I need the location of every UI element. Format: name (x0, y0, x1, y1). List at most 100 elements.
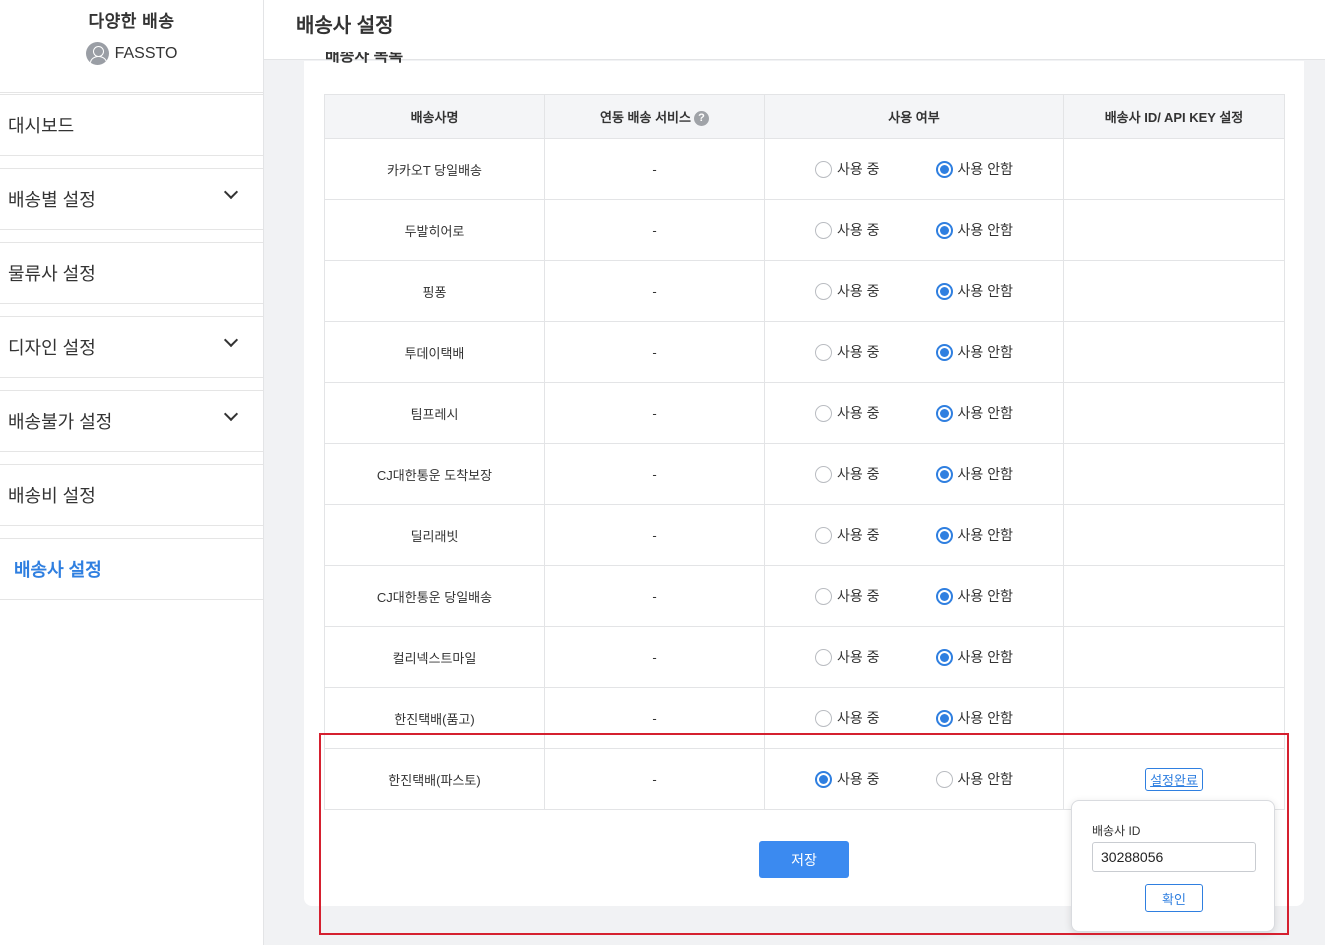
radio-label: 사용 안함 (957, 710, 1013, 726)
user-avatar-icon (85, 42, 109, 65)
radio-circle-icon[interactable] (935, 282, 953, 300)
radio-not-in-use[interactable]: 사용 안함 (935, 708, 1013, 728)
api-setting-cell (1063, 321, 1285, 383)
usage-cell: 사용 중 사용 안함 (764, 382, 1064, 444)
radio-circle-icon[interactable] (935, 770, 953, 788)
radio-circle-icon[interactable] (815, 526, 833, 544)
radio-in-use[interactable]: 사용 중 (815, 403, 880, 423)
radio-circle-icon[interactable] (935, 343, 953, 361)
radio-not-in-use[interactable]: 사용 안함 (935, 220, 1013, 240)
radio-circle-icon[interactable] (815, 221, 833, 239)
linked-service: - (544, 626, 765, 688)
sidebar-item[interactable]: 물류사 설정 (0, 242, 263, 304)
sidebar-item[interactable]: 배송불가 설정 (0, 390, 263, 452)
usage-cell: 사용 중 사용 안함 (764, 626, 1064, 688)
radio-circle-icon[interactable] (815, 160, 833, 178)
table-header-row: 배송사명 연동 배송 서비스? 사용 여부 배송사 ID/ API KEY 설정 (324, 94, 1285, 139)
radio-not-in-use[interactable]: 사용 안함 (935, 281, 1013, 301)
radio-circle-icon[interactable] (935, 465, 953, 483)
radio-circle-icon[interactable] (815, 404, 833, 422)
radio-circle-icon[interactable] (935, 160, 953, 178)
radio-not-in-use[interactable]: 사용 안함 (935, 342, 1013, 362)
radio-in-use[interactable]: 사용 중 (815, 342, 880, 362)
linked-service: - (544, 199, 765, 261)
confirm-button[interactable]: 확인 (1145, 884, 1203, 912)
carrier-name: 한진택배(품고) (324, 687, 545, 749)
radio-circle-icon[interactable] (935, 526, 953, 544)
radio-circle-icon[interactable] (815, 709, 833, 727)
usage-cell: 사용 중 사용 안함 (764, 748, 1064, 810)
radio-not-in-use[interactable]: 사용 안함 (935, 586, 1013, 606)
radio-in-use[interactable]: 사용 중 (815, 769, 880, 789)
linked-service: - (544, 260, 765, 322)
radio-label: 사용 중 (837, 588, 880, 604)
api-setting-cell (1063, 199, 1285, 261)
save-button[interactable]: 저장 (759, 841, 849, 878)
usage-cell: 사용 중 사용 안함 (764, 504, 1064, 566)
sidebar-item[interactable]: 배송별 설정 (0, 168, 263, 230)
help-icon[interactable]: ? (693, 111, 709, 127)
carrier-name: 카카오T 당일배송 (324, 138, 545, 200)
chevron-down-icon[interactable] (223, 332, 241, 353)
chevron-down-icon[interactable] (223, 184, 241, 205)
radio-label: 사용 중 (837, 466, 880, 482)
linked-service: - (544, 687, 765, 749)
setting-complete-button[interactable]: 설정완료 (1145, 767, 1203, 791)
radio-circle-icon[interactable] (935, 709, 953, 727)
radio-not-in-use[interactable]: 사용 안함 (935, 647, 1013, 667)
carrier-name: 딜리래빗 (324, 504, 545, 566)
radio-circle-icon[interactable] (815, 465, 833, 483)
radio-in-use[interactable]: 사용 중 (815, 281, 880, 301)
radio-not-in-use[interactable]: 사용 안함 (935, 464, 1013, 484)
radio-label: 사용 중 (837, 161, 880, 177)
api-setting-cell (1063, 504, 1285, 566)
radio-label: 사용 안함 (957, 222, 1013, 238)
radio-circle-icon[interactable] (935, 587, 953, 605)
table-row: CJ대한통운 도착보장 - 사용 중 사용 안함 (324, 443, 1285, 505)
radio-not-in-use[interactable]: 사용 안함 (935, 525, 1013, 545)
carrier-name: 두발히어로 (324, 199, 545, 261)
carrier-id-input[interactable] (1092, 842, 1256, 872)
radio-circle-icon[interactable] (935, 221, 953, 239)
radio-label: 사용 중 (837, 527, 880, 543)
page-header: 배송사 설정 (264, 0, 1325, 60)
radio-circle-icon[interactable] (815, 648, 833, 666)
radio-circle-icon[interactable] (815, 282, 833, 300)
radio-not-in-use[interactable]: 사용 안함 (935, 403, 1013, 423)
radio-in-use[interactable]: 사용 중 (815, 708, 880, 728)
radio-label: 사용 중 (837, 771, 880, 787)
radio-circle-icon[interactable] (815, 770, 833, 788)
page-title: 배송사 설정 (296, 15, 394, 37)
chevron-down-icon[interactable] (223, 406, 241, 427)
sidebar-item[interactable]: 대시보드 (0, 94, 263, 156)
card-title: 배송사 목록 (325, 52, 404, 65)
radio-in-use[interactable]: 사용 중 (815, 220, 880, 240)
radio-in-use[interactable]: 사용 중 (815, 464, 880, 484)
carrier-table: 배송사명 연동 배송 서비스? 사용 여부 배송사 ID/ API KEY 설정… (324, 94, 1285, 810)
radio-in-use[interactable]: 사용 중 (815, 647, 880, 667)
api-setting-cell (1063, 565, 1285, 627)
carrier-id-popover: 배송사 ID 확인 (1071, 800, 1275, 932)
radio-in-use[interactable]: 사용 중 (815, 525, 880, 545)
table-row: 핑퐁 - 사용 중 사용 안함 (324, 260, 1285, 322)
usage-cell: 사용 중 사용 안함 (764, 138, 1064, 200)
sidebar-item[interactable]: 디자인 설정 (0, 316, 263, 378)
radio-circle-icon[interactable] (935, 648, 953, 666)
api-setting-cell (1063, 626, 1285, 688)
radio-label: 사용 안함 (957, 161, 1013, 177)
radio-in-use[interactable]: 사용 중 (815, 586, 880, 606)
linked-service: - (544, 443, 765, 505)
radio-label: 사용 중 (837, 405, 880, 421)
api-setting-cell (1063, 382, 1285, 444)
radio-circle-icon[interactable] (815, 587, 833, 605)
radio-in-use[interactable]: 사용 중 (815, 159, 880, 179)
brand-title: 다양한 배송 (88, 12, 175, 31)
radio-circle-icon[interactable] (815, 343, 833, 361)
sidebar-item[interactable]: 배송비 설정 (0, 464, 263, 526)
sidebar-item[interactable]: 배송사 설정 (0, 538, 263, 600)
table-row: 딜리래빗 - 사용 중 사용 안함 (324, 504, 1285, 566)
radio-label: 사용 중 (837, 222, 880, 238)
radio-circle-icon[interactable] (935, 404, 953, 422)
radio-not-in-use[interactable]: 사용 안함 (935, 769, 1013, 789)
radio-not-in-use[interactable]: 사용 안함 (935, 159, 1013, 179)
